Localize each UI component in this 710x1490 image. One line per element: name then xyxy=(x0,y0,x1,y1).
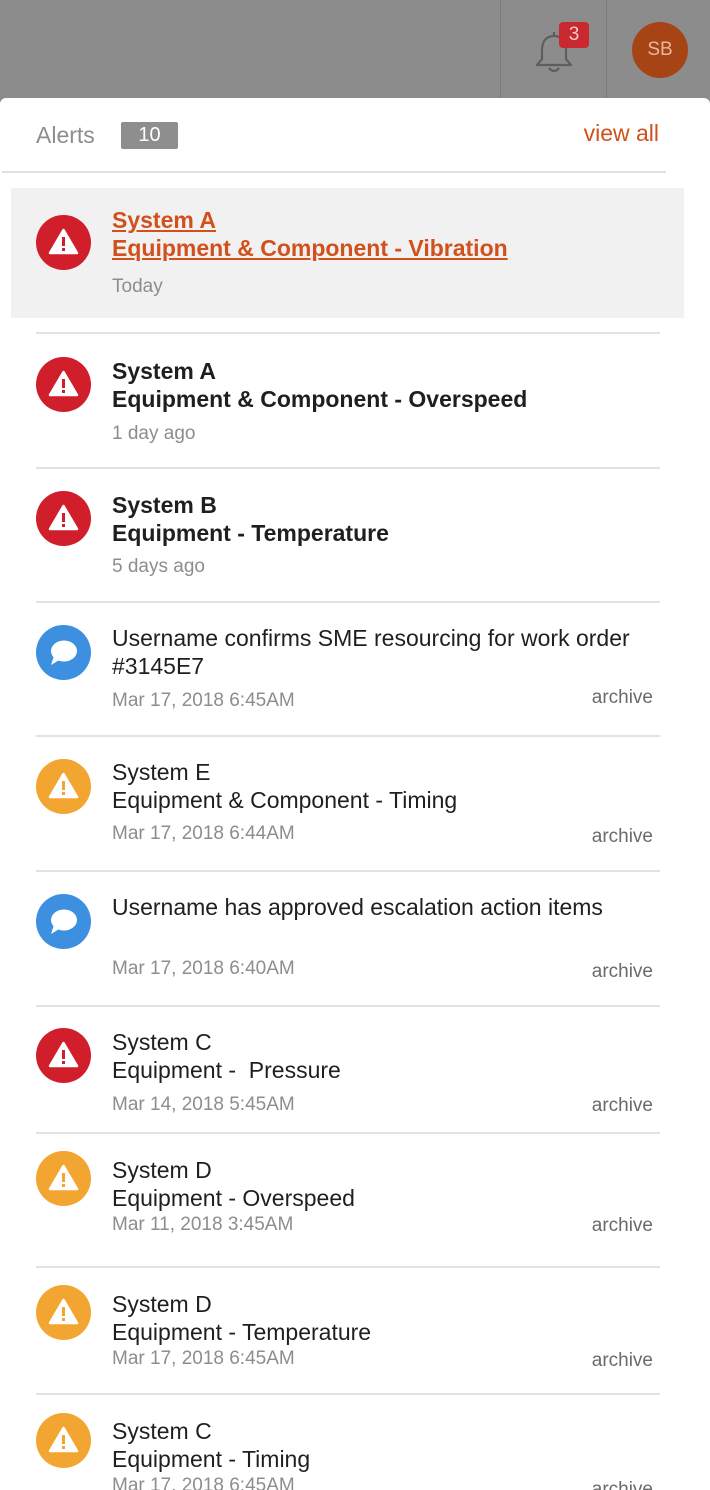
alert-item[interactable]: System C Equipment - Pressure Mar 14, 20… xyxy=(0,1007,710,1133)
alert-subtitle: Equipment & Component - Overspeed xyxy=(112,386,528,412)
alert-time: Mar 17, 2018 6:40AM xyxy=(112,958,295,979)
archive-link[interactable]: archive xyxy=(592,1479,653,1490)
alert-subtitle: Equipment - Temperature xyxy=(112,520,389,546)
alert-time: Today xyxy=(112,276,163,297)
alert-item[interactable]: System B Equipment - Temperature 5 days … xyxy=(0,469,710,602)
chat-bubble-icon xyxy=(36,625,91,680)
warning-triangle-icon xyxy=(36,1151,91,1206)
warning-triangle-icon xyxy=(36,357,91,412)
alert-title: System C xyxy=(112,1029,212,1055)
alert-subtitle: Equipment - Timing xyxy=(112,1446,311,1472)
message-text: Username confirms SME resourcing for wor… xyxy=(112,625,630,679)
alert-time: Mar 17, 2018 6:45AM xyxy=(112,1475,295,1490)
alert-time: 1 day ago xyxy=(112,423,196,444)
divider xyxy=(606,0,607,98)
archive-link[interactable]: archive xyxy=(592,826,653,848)
alerts-count-badge: 10 xyxy=(121,122,178,149)
chat-bubble-icon xyxy=(36,894,91,949)
alert-item[interactable]: System A Equipment & Component - Overspe… xyxy=(0,334,710,468)
alerts-title: Alerts xyxy=(36,122,95,148)
view-all-link[interactable]: view all xyxy=(584,120,659,147)
alert-title[interactable]: System A xyxy=(112,206,216,234)
alert-time: 5 days ago xyxy=(112,556,205,577)
alert-time: Mar 14, 2018 5:45AM xyxy=(112,1094,295,1115)
alert-title: System B xyxy=(112,492,217,518)
alerts-panel: Alerts 10 view all System A Equipment & … xyxy=(0,98,710,1490)
warning-triangle-icon xyxy=(36,1413,91,1468)
notification-count-badge: 3 xyxy=(559,22,589,48)
archive-link[interactable]: archive xyxy=(592,1350,653,1372)
alert-title: System D xyxy=(112,1157,212,1183)
alert-time: Mar 17, 2018 6:44AM xyxy=(112,823,295,844)
warning-triangle-icon xyxy=(36,491,91,546)
message-text: Username has approved escalation action … xyxy=(112,894,603,920)
alert-title: System E xyxy=(112,759,211,785)
alert-subtitle: Equipment - Overspeed xyxy=(112,1185,355,1211)
notifications-button[interactable]: 3 xyxy=(525,22,595,82)
archive-link[interactable]: archive xyxy=(592,687,653,709)
message-item[interactable]: Username confirms SME resourcing for wor… xyxy=(0,603,710,736)
warning-triangle-icon xyxy=(36,1028,91,1083)
warning-triangle-icon xyxy=(36,759,91,814)
alert-time: Mar 11, 2018 3:45AM xyxy=(112,1214,294,1235)
alert-subtitle[interactable]: Equipment & Component - Vibration xyxy=(112,234,508,262)
alert-item[interactable]: System C Equipment - Timing Mar 17, 2018… xyxy=(0,1395,710,1490)
avatar[interactable]: SB xyxy=(632,22,688,78)
alert-subtitle: Equipment - Pressure xyxy=(112,1057,341,1083)
archive-link[interactable]: archive xyxy=(592,1095,653,1117)
alert-item[interactable]: System D Equipment - Temperature Mar 17,… xyxy=(0,1268,710,1393)
divider xyxy=(2,171,666,173)
warning-triangle-icon xyxy=(36,215,91,270)
alert-title: System C xyxy=(112,1418,212,1444)
archive-link[interactable]: archive xyxy=(592,1215,653,1237)
panel-header: Alerts 10 view all xyxy=(0,98,710,173)
archive-link[interactable]: archive xyxy=(592,961,653,983)
alert-time: Mar 17, 2018 6:45AM xyxy=(112,690,295,711)
alert-title: System D xyxy=(112,1291,212,1317)
divider xyxy=(500,0,501,98)
alert-time: Mar 17, 2018 6:45AM xyxy=(112,1348,295,1369)
alert-title: System A xyxy=(112,358,216,384)
top-bar: 3 SB xyxy=(0,0,710,98)
alert-item[interactable]: System E Equipment & Component - Timing … xyxy=(0,737,710,870)
alert-subtitle: Equipment & Component - Timing xyxy=(112,787,458,813)
warning-triangle-icon xyxy=(36,1285,91,1340)
message-item[interactable]: Username has approved escalation action … xyxy=(0,872,710,1005)
alert-item[interactable]: System D Equipment - Overspeed Mar 11, 2… xyxy=(0,1134,710,1266)
alert-item[interactable]: System A Equipment & Component - Vibrati… xyxy=(0,188,710,318)
alert-subtitle: Equipment - Temperature xyxy=(112,1319,372,1345)
